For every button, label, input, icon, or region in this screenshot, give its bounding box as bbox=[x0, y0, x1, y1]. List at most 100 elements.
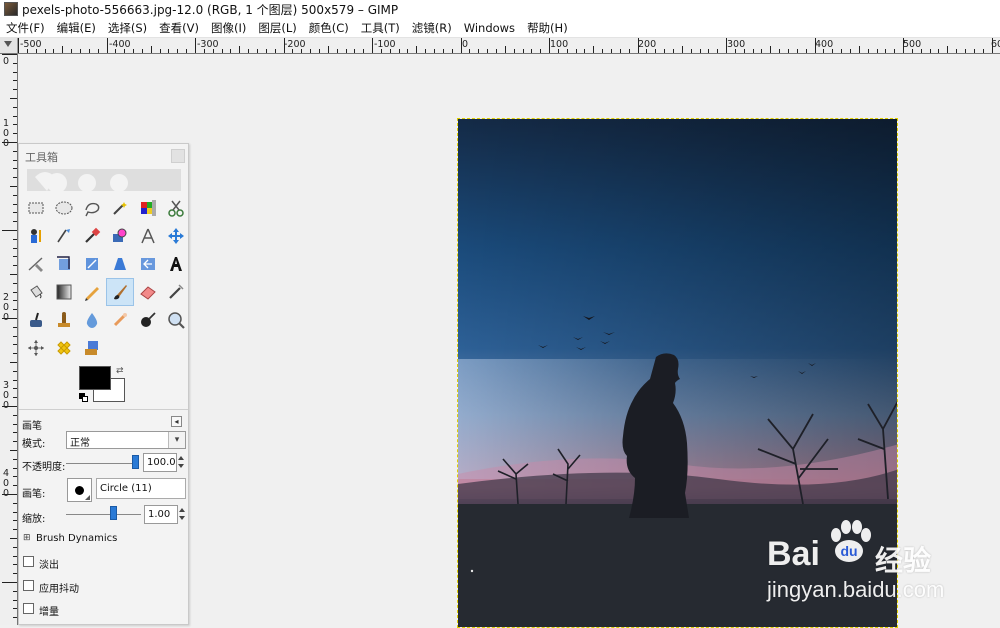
tool-scale[interactable] bbox=[106, 250, 134, 278]
ruler-tick bbox=[265, 49, 267, 53]
ruler-tick bbox=[13, 476, 17, 478]
close-icon[interactable] bbox=[171, 149, 185, 163]
tool-measure[interactable] bbox=[134, 222, 162, 250]
tool-fuzzy-select[interactable] bbox=[106, 194, 134, 222]
tool-foreground-select[interactable] bbox=[22, 222, 50, 250]
tool-paintbrush[interactable] bbox=[106, 278, 134, 306]
vertical-ruler[interactable]: 0 1 0 0 2 0 0 3 0 0 4 0 0 bbox=[0, 54, 18, 625]
align-icon bbox=[28, 257, 43, 272]
tool-move[interactable] bbox=[162, 222, 190, 250]
fade-label: 淡出 bbox=[39, 560, 59, 571]
wilber-icon[interactable] bbox=[27, 169, 181, 191]
tool-pencil[interactable] bbox=[78, 278, 106, 306]
ruler-tick bbox=[434, 49, 435, 53]
tool-text[interactable] bbox=[162, 250, 190, 278]
tool-dodge-burn[interactable] bbox=[134, 306, 162, 334]
menu-select[interactable]: 选择(S) bbox=[102, 20, 153, 36]
ruler-tick bbox=[637, 38, 639, 53]
menu-layer[interactable]: 图层(L) bbox=[252, 20, 302, 36]
tool-color-picker[interactable] bbox=[78, 222, 106, 250]
scale-slider-thumb[interactable] bbox=[110, 506, 117, 520]
mode-label: 模式: bbox=[22, 439, 46, 450]
scale-spinner[interactable] bbox=[179, 505, 187, 524]
ruler-tick bbox=[13, 203, 17, 205]
ruler-tick bbox=[805, 49, 807, 53]
opacity-spinner[interactable] bbox=[178, 453, 186, 472]
ruler-label: 100 bbox=[550, 39, 569, 50]
fade-checkbox[interactable] bbox=[23, 556, 34, 567]
tool-free-select[interactable] bbox=[78, 194, 106, 222]
brush-preview[interactable] bbox=[67, 478, 92, 502]
paths-icon bbox=[57, 229, 70, 243]
ruler-tick bbox=[327, 46, 329, 53]
ruler-tick bbox=[407, 49, 409, 53]
tool-rotate[interactable] bbox=[78, 250, 106, 278]
menu-image[interactable]: 图像(I) bbox=[205, 20, 252, 36]
ruler-label: -500 bbox=[20, 39, 42, 50]
ruler-tick bbox=[159, 49, 161, 53]
expand-icon[interactable]: ⊞ bbox=[23, 533, 31, 543]
tool-blend[interactable] bbox=[50, 278, 78, 306]
tool-rect-select[interactable] bbox=[22, 194, 50, 222]
ruler-tick bbox=[372, 38, 373, 53]
ruler-tick bbox=[10, 450, 17, 451]
incremental-checkbox[interactable] bbox=[23, 603, 34, 614]
smudge-icon bbox=[113, 313, 127, 327]
reset-colors-icon[interactable] bbox=[79, 393, 88, 402]
foreground-color[interactable] bbox=[79, 366, 111, 390]
tool-ink[interactable] bbox=[22, 306, 50, 334]
ruler-tick bbox=[13, 414, 17, 416]
tool-smudge[interactable] bbox=[106, 306, 134, 334]
tool-blur[interactable] bbox=[78, 306, 106, 334]
tool-clone[interactable] bbox=[50, 306, 78, 334]
dodge-burn-icon bbox=[141, 312, 156, 327]
menu-help[interactable]: 帮助(H) bbox=[521, 20, 574, 36]
tool-zoom[interactable] bbox=[106, 222, 134, 250]
ruler-label: 300 bbox=[727, 39, 746, 50]
opacity-input[interactable]: 100.0 bbox=[143, 453, 177, 472]
tool-heal[interactable] bbox=[50, 334, 78, 362]
tool-eraser[interactable] bbox=[134, 278, 162, 306]
tool-perspective-clone[interactable] bbox=[78, 334, 106, 362]
opacity-slider-track[interactable] bbox=[66, 463, 136, 464]
brush-dynamics-label[interactable]: Brush Dynamics bbox=[36, 533, 117, 544]
menu-file[interactable]: 文件(F) bbox=[0, 20, 51, 36]
ruler-tick bbox=[336, 49, 338, 53]
menu-windows[interactable]: Windows bbox=[458, 21, 521, 35]
menu-colors[interactable]: 颜色(C) bbox=[303, 20, 355, 36]
scale-input[interactable]: 1.00 bbox=[144, 505, 178, 524]
menu-view[interactable]: 查看(V) bbox=[153, 20, 205, 36]
tool-color-select[interactable] bbox=[134, 194, 162, 222]
tool-crop[interactable] bbox=[50, 250, 78, 278]
menu-tools[interactable]: 工具(T) bbox=[355, 20, 406, 36]
ruler-corner-button[interactable] bbox=[0, 38, 18, 54]
scale-slider-track[interactable] bbox=[66, 514, 141, 515]
tool-ellipse-select[interactable] bbox=[50, 194, 78, 222]
horizontal-ruler[interactable]: -500 -400 -300 -200 -100 0 100 200 300 4… bbox=[18, 38, 1000, 54]
tool-paths[interactable] bbox=[50, 222, 78, 250]
opacity-slider-thumb[interactable] bbox=[132, 455, 139, 469]
tool-scissors-select[interactable] bbox=[162, 194, 190, 222]
chevron-down-icon[interactable]: ▾ bbox=[168, 432, 185, 448]
brush-name-field[interactable]: Circle (11) bbox=[96, 478, 186, 499]
menu-edit[interactable]: 编辑(E) bbox=[51, 20, 102, 36]
chevron-left-icon[interactable]: ◂ bbox=[171, 416, 182, 427]
swap-colors-icon[interactable]: ⇄ bbox=[116, 366, 124, 376]
mode-select[interactable]: 正常 ▾ bbox=[66, 431, 186, 449]
menu-filters[interactable]: 滤镜(R) bbox=[406, 20, 458, 36]
ruler-tick bbox=[26, 49, 28, 53]
tool-align[interactable] bbox=[22, 250, 50, 278]
tool-bucket-fill[interactable] bbox=[22, 278, 50, 306]
ruler-tick bbox=[354, 49, 356, 53]
watermark-brand-right: 经验 bbox=[875, 545, 932, 576]
ruler-tick bbox=[10, 362, 17, 363]
tool-airbrush[interactable] bbox=[162, 278, 190, 306]
ruler-tick bbox=[947, 46, 949, 53]
ruler-tick bbox=[593, 46, 595, 53]
tool-cage-transform[interactable] bbox=[22, 334, 50, 362]
jitter-checkbox[interactable] bbox=[23, 580, 34, 591]
tool-shear[interactable] bbox=[134, 250, 162, 278]
ruler-label: -400 bbox=[109, 39, 131, 50]
ruler-tick bbox=[13, 194, 17, 196]
tool-magnify[interactable] bbox=[162, 306, 190, 334]
